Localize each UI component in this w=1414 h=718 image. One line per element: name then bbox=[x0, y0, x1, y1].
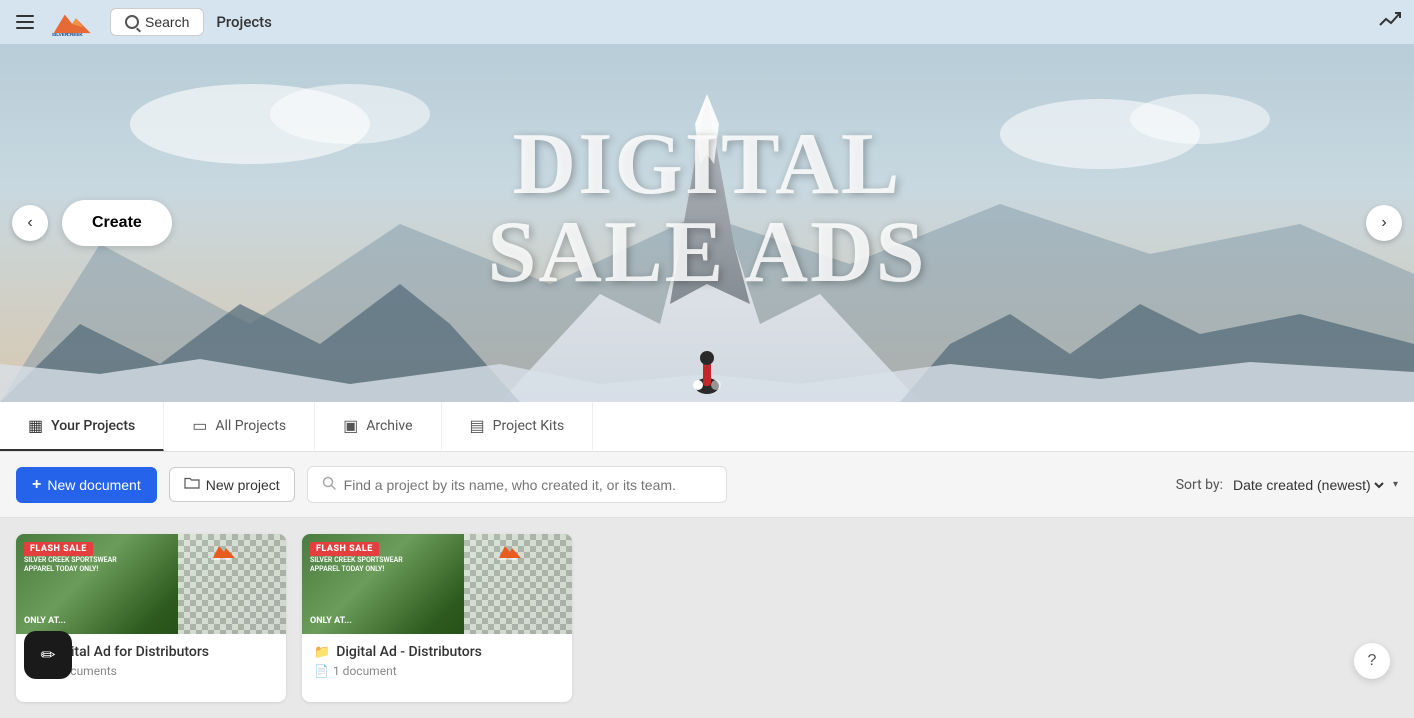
project-card-2[interactable]: FLASH SALE SILVER CREEK SPORTSWEAR APPAR… bbox=[302, 534, 572, 702]
search-label: Search bbox=[145, 14, 189, 30]
svg-text:SILVER CREEK: SILVER CREEK bbox=[497, 557, 517, 560]
header-right bbox=[1378, 7, 1402, 37]
flash-sale-badge-1: FLASH SALE bbox=[24, 542, 93, 556]
new-document-button[interactable]: + New document bbox=[16, 467, 157, 503]
tab-archive[interactable]: ▣ Archive bbox=[315, 402, 441, 451]
project-card-footer-2: 📁 Digital Ad - Distributors 📄 1 document bbox=[302, 634, 572, 688]
carousel-prev-button[interactable]: ‹ bbox=[12, 205, 48, 241]
carousel-dot-1[interactable] bbox=[693, 380, 703, 390]
carousel-dots bbox=[693, 380, 721, 390]
carousel-next-button[interactable]: › bbox=[1366, 205, 1402, 241]
tabs-bar: ▦ Your Projects ▭ All Projects ▣ Archive… bbox=[0, 402, 1414, 452]
analytics-button[interactable] bbox=[1378, 7, 1402, 37]
toolbar: + New document New project Sort by: Date… bbox=[0, 452, 1414, 518]
doc-icon-2: 📄 bbox=[314, 664, 329, 678]
tab-your-projects-label: Your Projects bbox=[51, 418, 135, 434]
project-card-count-2: 📄 1 document bbox=[314, 664, 560, 678]
your-projects-icon: ▦ bbox=[28, 416, 43, 435]
sort-select[interactable]: Date created (newest) Date created (olde… bbox=[1229, 476, 1387, 494]
plus-icon: + bbox=[32, 476, 41, 494]
tab-all-projects[interactable]: ▭ All Projects bbox=[164, 402, 315, 451]
search-projects-icon bbox=[322, 475, 336, 494]
content-area: FLASH SALE SILVER CREEK SPORTSWEAR APPAR… bbox=[0, 518, 1414, 718]
flash-sale-badge-2: FLASH SALE bbox=[310, 542, 379, 556]
only-at-2: ONLY AT... bbox=[310, 616, 352, 626]
new-project-label: New project bbox=[206, 477, 280, 493]
folder-icon-2: 📁 bbox=[314, 645, 330, 660]
create-button[interactable]: Create bbox=[62, 200, 172, 246]
tab-archive-label: Archive bbox=[366, 418, 412, 434]
carousel-dot-2[interactable] bbox=[711, 380, 721, 390]
tab-project-kits-label: Project Kits bbox=[493, 418, 565, 434]
archive-icon: ▣ bbox=[343, 416, 358, 435]
logo-icon: SILVER CREEK bbox=[50, 7, 98, 37]
menu-button[interactable] bbox=[12, 11, 38, 33]
svg-text:CREEK: CREEK bbox=[67, 32, 84, 37]
projects-search-input[interactable] bbox=[344, 477, 712, 493]
hero-title-line2: SALE ADS bbox=[487, 209, 926, 297]
nav-projects-label: Projects bbox=[216, 13, 272, 31]
sort-by-label: Sort by: bbox=[1176, 477, 1223, 493]
tab-project-kits[interactable]: ▤ Project Kits bbox=[442, 402, 594, 451]
only-at-1: ONLY AT... bbox=[24, 616, 66, 626]
tab-your-projects[interactable]: ▦ Your Projects bbox=[0, 402, 164, 451]
svg-text:SILVER CREEK: SILVER CREEK bbox=[211, 557, 231, 560]
tab-all-projects-label: All Projects bbox=[215, 418, 286, 434]
project-thumb-1: FLASH SALE SILVER CREEK SPORTSWEAR APPAR… bbox=[16, 534, 286, 634]
new-project-button[interactable]: New project bbox=[169, 467, 295, 502]
search-icon bbox=[125, 15, 139, 29]
projects-search[interactable] bbox=[307, 466, 727, 503]
hero-title-line1: DIGITAL bbox=[487, 121, 926, 209]
all-projects-icon: ▭ bbox=[192, 416, 207, 435]
folder-plus-icon bbox=[184, 476, 200, 493]
flash-sale-text-1: SILVER CREEK SPORTSWEAR APPAREL TODAY ON… bbox=[24, 556, 144, 574]
header: SILVER CREEK Search Projects bbox=[0, 0, 1414, 44]
edit-icon: ✏ bbox=[40, 645, 55, 666]
flash-sale-text-2: SILVER CREEK SPORTSWEAR APPAREL TODAY ON… bbox=[310, 556, 430, 574]
help-button[interactable]: ? bbox=[1354, 643, 1390, 679]
logo[interactable]: SILVER CREEK bbox=[50, 7, 98, 37]
analytics-icon bbox=[1378, 7, 1402, 31]
fab-button[interactable]: ✏ bbox=[24, 631, 72, 679]
new-document-label: New document bbox=[47, 477, 140, 493]
question-mark-icon: ? bbox=[1368, 652, 1377, 670]
project-card-title-2: 📁 Digital Ad - Distributors bbox=[314, 644, 560, 660]
project-kits-icon: ▤ bbox=[470, 416, 485, 435]
project-thumb-2: FLASH SALE SILVER CREEK SPORTSWEAR APPAR… bbox=[302, 534, 572, 634]
hero-text: DIGITAL SALE ADS bbox=[487, 121, 926, 297]
chevron-down-icon: ▾ bbox=[1393, 479, 1398, 490]
sort-area: Sort by: Date created (newest) Date crea… bbox=[1176, 476, 1398, 494]
hero-banner: DIGITAL SALE ADS Create ‹ › bbox=[0, 44, 1414, 402]
search-button[interactable]: Search bbox=[110, 8, 204, 36]
